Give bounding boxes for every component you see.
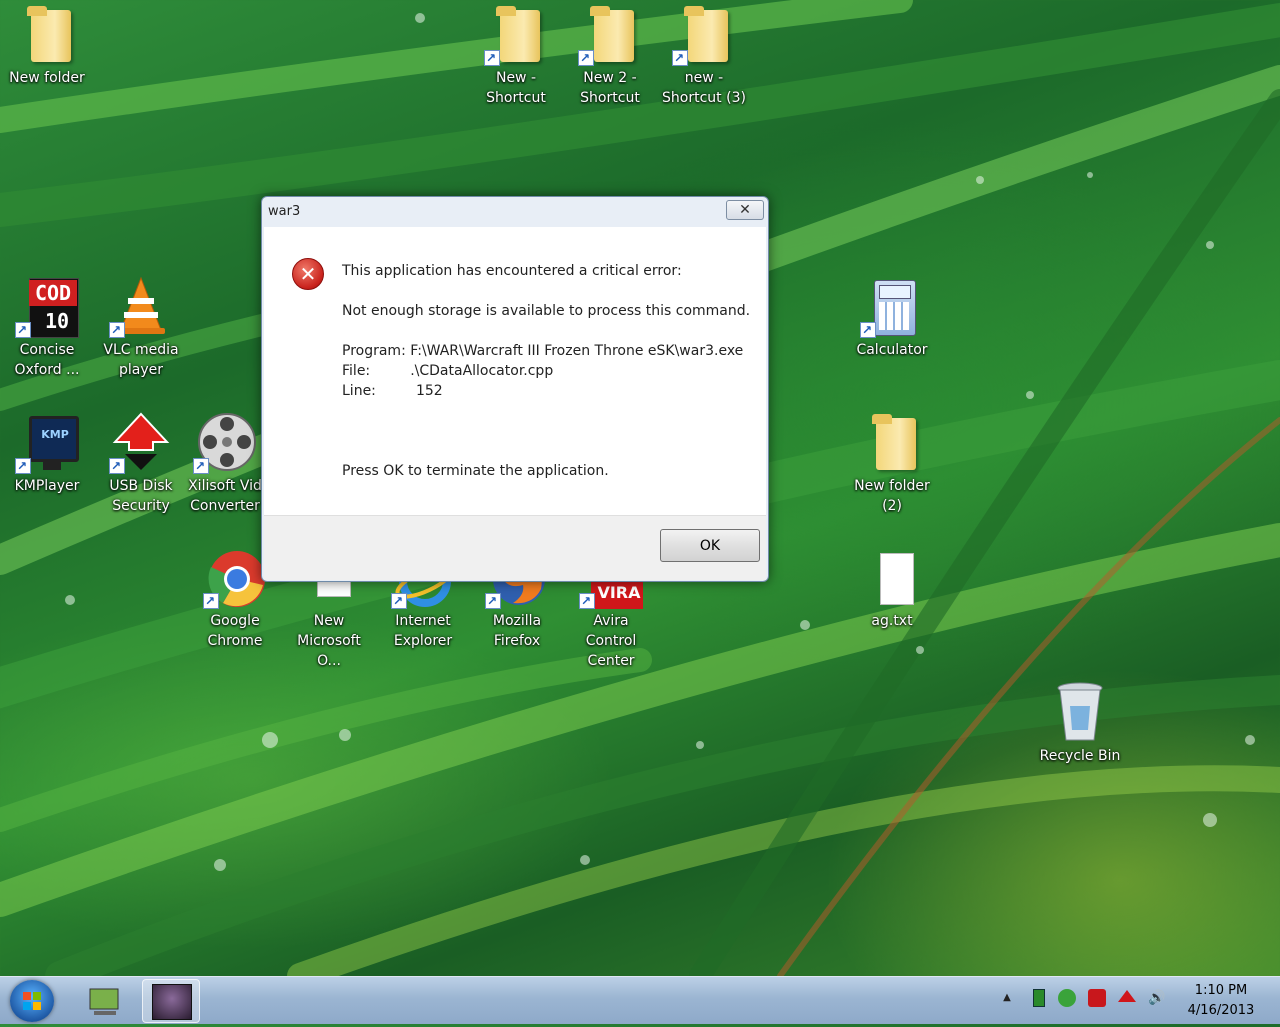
close-icon: ✕ <box>739 202 751 218</box>
clock-date: 4/16/2013 <box>1187 1003 1255 1018</box>
folder-icon <box>15 2 79 66</box>
error-icon: ✕ <box>292 258 324 290</box>
acrobat-icon[interactable] <box>1088 989 1106 1007</box>
usb-disk-security-icon <box>109 410 173 476</box>
kmp-icon-text: KMP <box>41 428 69 441</box>
shortcut-arrow-icon <box>484 48 500 68</box>
dialog-title: war3 <box>268 204 301 219</box>
error-line: Line: 152 <box>342 383 443 399</box>
shortcut-arrow-icon <box>109 456 125 476</box>
desktop-icon-new-shortcut[interactable]: New - Shortcut <box>471 2 561 108</box>
icon-label: USB Disk Security <box>109 478 173 514</box>
icon-label: New - Shortcut <box>486 70 546 106</box>
icon-label: New folder (2) <box>854 478 930 514</box>
desktop-icon-kmplayer[interactable]: KMP KMPlayer <box>2 410 92 496</box>
shortcut-arrow-icon <box>485 591 501 611</box>
shortcut-arrow-icon <box>672 48 688 68</box>
close-button[interactable]: ✕ <box>726 200 764 220</box>
icon-label: New Microsoft O... <box>297 613 361 669</box>
vlc-cone-icon <box>109 274 173 340</box>
desktop-icon-usb-disk-security[interactable]: USB Disk Security <box>96 410 186 516</box>
desktop-icon-vlc[interactable]: VLC media player <box>96 274 186 380</box>
desktop: New folder New - Shortcut New 2 - Shortc… <box>0 0 1280 976</box>
shortcut-arrow-icon <box>579 591 595 611</box>
desktop-icon-new-folder[interactable]: New folder <box>2 2 92 88</box>
desktop-icon-ag-txt[interactable]: ag.txt <box>847 545 937 631</box>
shortcut-arrow-icon <box>15 456 31 476</box>
icon-label: Recycle Bin <box>1039 748 1121 764</box>
dialog-content: ✕ This application has encountered a cri… <box>264 227 766 515</box>
icon-label: Google Chrome <box>207 613 263 649</box>
error-dialog: war3 ✕ ✕ This application has encountere… <box>261 196 769 582</box>
warcraft-icon <box>152 984 192 1020</box>
terminate-instruction: Press OK to terminate the application. <box>342 463 609 479</box>
taskbar-war3-app[interactable] <box>142 979 200 1023</box>
folder-shortcut-icon <box>578 2 642 68</box>
clock[interactable]: 1:10 PM 4/16/2013 <box>1176 981 1266 1021</box>
text-file-icon <box>860 545 924 609</box>
icon-label: Internet Explorer <box>393 613 453 649</box>
desktop-icon-new-folder-2[interactable]: New folder (2) <box>847 410 937 516</box>
avira-icon-text: VIRA <box>597 583 641 602</box>
icon-label: New 2 - Shortcut <box>580 70 640 106</box>
desktop-icon-new-shortcut-3[interactable]: new - Shortcut (3) <box>659 2 749 108</box>
film-reel-icon <box>193 410 257 476</box>
show-hidden-icons-icon[interactable]: ▲ <box>998 989 1016 1007</box>
recycle-bin-icon <box>1048 680 1112 744</box>
cod-icon-text: COD <box>29 280 77 306</box>
icon-label: Concise Oxford ... <box>14 342 80 378</box>
error-file: File: .\CDataAllocator.cpp <box>342 363 554 379</box>
folder-shortcut-icon <box>484 2 548 68</box>
calculator-icon <box>860 274 924 340</box>
error-program-path: Program: F:\WAR\Warcraft III Frozen Thro… <box>342 343 744 359</box>
error-message-line2: Not enough storage is available to proce… <box>342 303 751 319</box>
cod-icon-number: 10 <box>44 309 70 333</box>
shortcut-arrow-icon <box>203 591 219 611</box>
usb-disk-security-tray-icon[interactable] <box>1118 989 1136 1007</box>
desktop-icon-xilisoft[interactable]: Xilisoft Vid Converter <box>180 410 270 516</box>
dialog-titlebar[interactable]: war3 ✕ <box>262 197 768 227</box>
cod-icon: COD 10 <box>15 274 79 340</box>
folder-icon <box>860 410 924 474</box>
dialog-footer: OK <box>264 515 766 580</box>
icon-label: VLC media player <box>103 342 179 378</box>
shortcut-arrow-icon <box>860 320 876 340</box>
desktop-icon-recycle-bin[interactable]: Recycle Bin <box>1035 680 1125 766</box>
icon-label: Avira Control Center <box>585 613 637 669</box>
desktop-icon-concise-oxford[interactable]: COD 10 Concise Oxford ... <box>2 274 92 380</box>
shortcut-arrow-icon <box>15 320 31 340</box>
utorrent-icon[interactable] <box>1058 989 1076 1007</box>
shortcut-arrow-icon <box>109 320 125 340</box>
battery-icon[interactable] <box>1030 989 1048 1007</box>
windows-logo-icon <box>23 992 41 1010</box>
icon-label: Calculator <box>856 342 928 358</box>
folder-shortcut-icon <box>672 2 736 68</box>
icon-label: ag.txt <box>871 613 913 629</box>
taskbar-network-app[interactable] <box>76 979 134 1023</box>
shortcut-arrow-icon <box>391 591 407 611</box>
shortcut-arrow-icon <box>578 48 594 68</box>
clock-time: 1:10 PM <box>1194 983 1248 998</box>
error-message-line1: This application has encountered a criti… <box>342 263 682 279</box>
desktop-icon-calculator[interactable]: Calculator <box>847 274 937 360</box>
kmplayer-icon: KMP <box>15 410 79 476</box>
icon-label: KMPlayer <box>14 478 80 494</box>
desktop-icon-new-2-shortcut[interactable]: New 2 - Shortcut <box>565 2 655 108</box>
icon-label: Xilisoft Vid Converter <box>188 478 262 514</box>
icon-label: new - Shortcut (3) <box>662 70 746 106</box>
chrome-icon <box>203 545 267 611</box>
shortcut-arrow-icon <box>193 456 209 476</box>
taskbar: ▲ 🔊 1:10 PM 4/16/2013 <box>0 976 1280 1024</box>
icon-label: Mozilla Firefox <box>492 613 542 649</box>
ok-button[interactable]: OK <box>660 529 760 562</box>
start-button[interactable] <box>10 980 54 1022</box>
computer-network-icon <box>89 988 119 1015</box>
volume-icon[interactable]: 🔊 <box>1148 989 1166 1007</box>
icon-label: New folder <box>9 70 85 86</box>
